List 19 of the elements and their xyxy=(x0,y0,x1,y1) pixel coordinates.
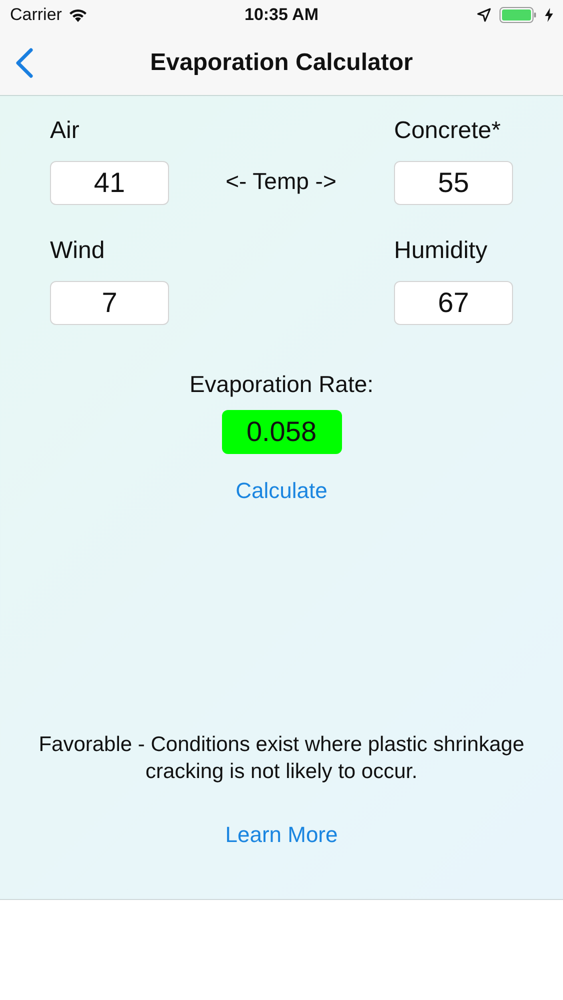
clock-time: 10:35 AM xyxy=(244,4,318,26)
battery-icon xyxy=(499,6,537,24)
number-input-field[interactable]: 67 xyxy=(394,281,513,325)
location-arrow-icon xyxy=(477,8,491,22)
charging-bolt-icon xyxy=(545,8,553,22)
field-label: Air xyxy=(50,116,80,146)
screen-title: Evaporation Calculator xyxy=(150,48,413,78)
condition-message: Favorable - Conditions exist where plastic shrinkage cracking is not likely to occur. xyxy=(38,732,526,785)
number-input-field[interactable]: 7 xyxy=(50,281,169,325)
number-input-field[interactable]: 55 xyxy=(394,161,513,205)
carrier-name: Carrier xyxy=(10,4,62,26)
temp-label: <- Temp -> xyxy=(226,166,336,196)
wifi-icon xyxy=(68,8,88,22)
result-label: Evaporation Rate: xyxy=(189,370,374,399)
field-label: Wind xyxy=(50,236,106,266)
result-value-display: 0.058 xyxy=(222,410,342,454)
number-input-field[interactable]: 41 xyxy=(50,161,169,205)
field-label: Concrete* xyxy=(394,116,502,146)
field-label: Humidity xyxy=(394,236,488,266)
